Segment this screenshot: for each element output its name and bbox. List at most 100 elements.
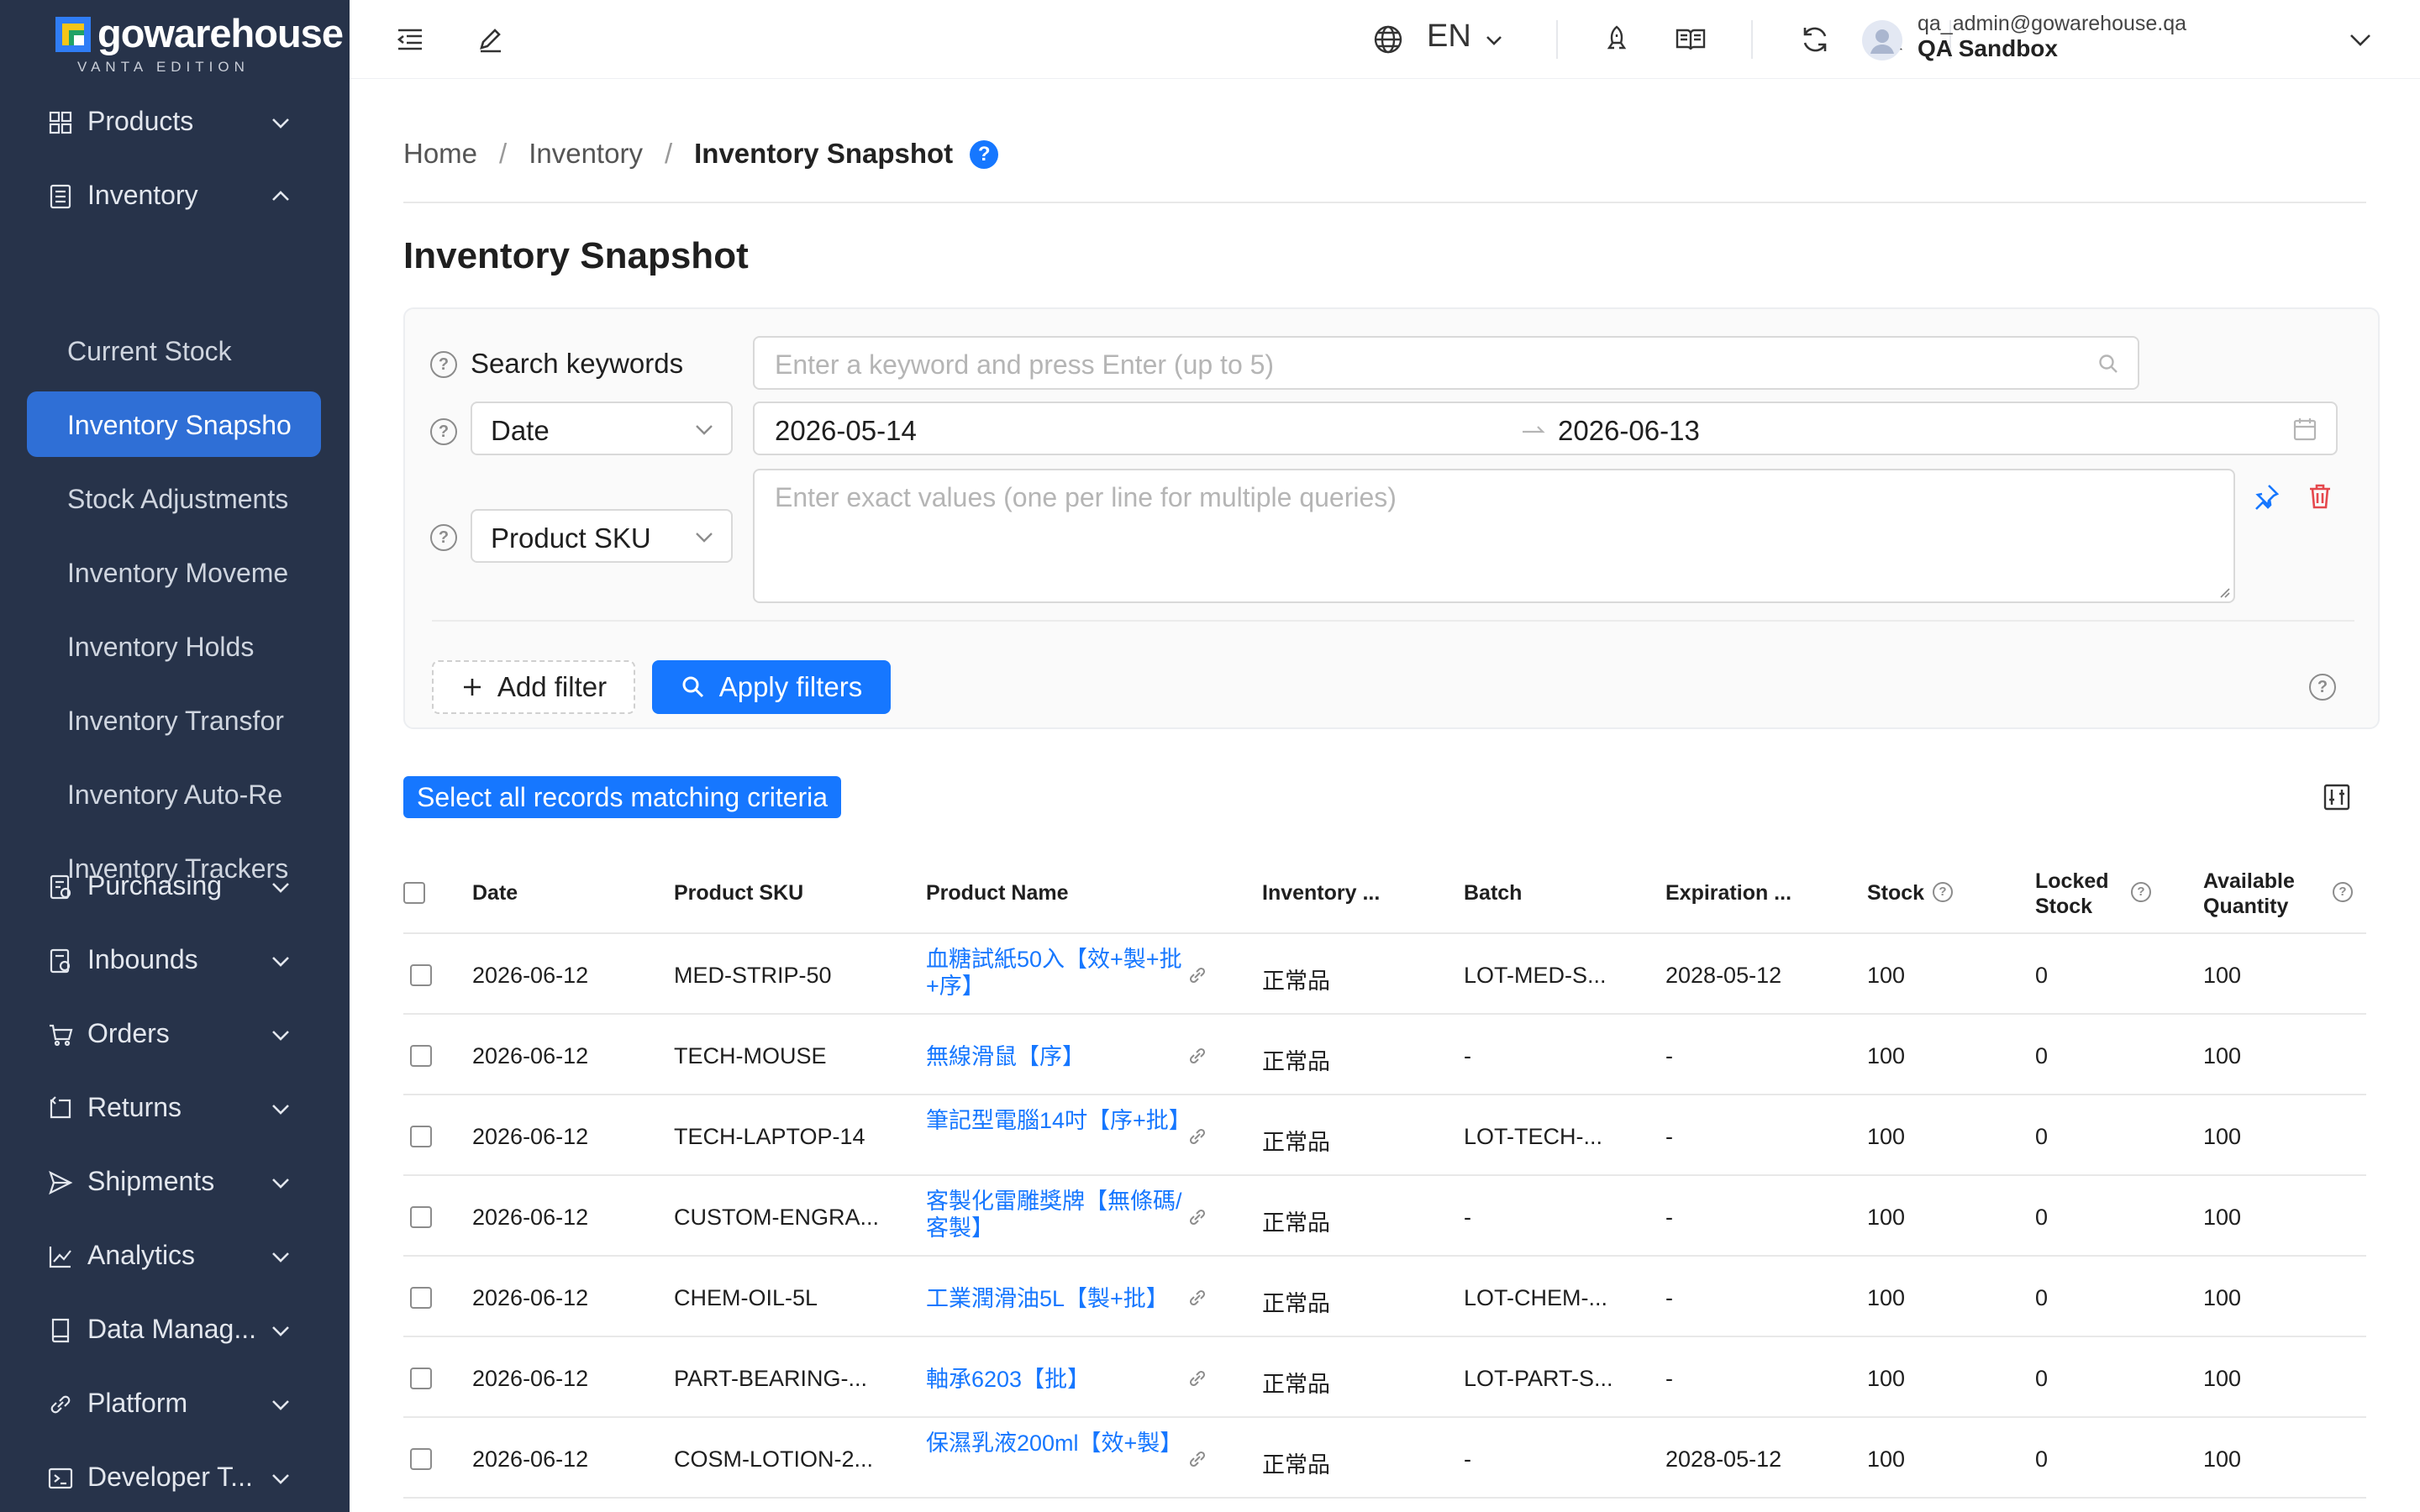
chevron-down-icon[interactable] bbox=[267, 1393, 294, 1416]
locked-stock-help-icon[interactable]: ? bbox=[2131, 882, 2151, 902]
select-all-matching-button[interactable]: Select all records matching criteria bbox=[403, 776, 842, 818]
sidebar-subitem-2[interactable]: Stock Adjustments bbox=[27, 465, 321, 531]
chevron-down-icon[interactable] bbox=[267, 949, 294, 973]
table-row[interactable]: 2026-06-12 TECH-MOUSE 無線滑鼠【序】 正常品 - - 100 0 100 bbox=[403, 1015, 2366, 1095]
apply-filters-button[interactable]: Apply filters bbox=[652, 660, 891, 714]
sidebar-item-products[interactable]: Products bbox=[0, 86, 350, 160]
product-name-link[interactable]: 軸承6203【批】 bbox=[926, 1366, 1186, 1393]
edit-icon[interactable] bbox=[474, 23, 508, 56]
app-logo[interactable]: gowarehouse VANTA EDITION bbox=[55, 11, 344, 75]
product-name-link[interactable]: 工業潤滑油5L【製+批】 bbox=[926, 1285, 1186, 1312]
sidebar-subitem-5[interactable]: Inventory Transfor bbox=[27, 687, 321, 753]
user-organization[interactable]: QA Sandbox bbox=[1918, 35, 2058, 62]
row-checkbox[interactable] bbox=[410, 1206, 432, 1228]
chevron-up-icon[interactable] bbox=[267, 185, 294, 208]
date-field-select[interactable]: Date bbox=[471, 402, 733, 455]
chevron-down-icon[interactable] bbox=[267, 1097, 294, 1121]
link-icon[interactable] bbox=[1186, 964, 1208, 986]
resize-handle-icon[interactable] bbox=[2218, 586, 2230, 598]
help-icon[interactable]: ? bbox=[970, 140, 999, 169]
collapse-menu-icon[interactable] bbox=[393, 23, 427, 56]
user-menu-chevron-icon[interactable] bbox=[2346, 25, 2375, 54]
table-row[interactable]: 2026-06-12 TECH-LAPTOP-14 筆記型電腦14吋【序+批】 正常… bbox=[403, 1095, 2366, 1176]
sidebar-subitem-6[interactable]: Inventory Auto-Re bbox=[27, 761, 321, 827]
link-icon[interactable] bbox=[1186, 1368, 1208, 1389]
refresh-icon[interactable] bbox=[1798, 23, 1832, 56]
sku-field-select[interactable]: Product SKU bbox=[471, 509, 733, 563]
chevron-down-icon[interactable] bbox=[267, 1171, 294, 1194]
column-settings-icon[interactable] bbox=[2323, 783, 2351, 811]
avatar[interactable] bbox=[1862, 20, 1902, 60]
column-header-product-name[interactable]: Product Name bbox=[926, 880, 1068, 906]
row-checkbox[interactable] bbox=[410, 1287, 432, 1309]
book-open-icon[interactable] bbox=[1674, 23, 1707, 56]
column-header-sku[interactable]: Product SKU bbox=[674, 880, 803, 906]
table-row[interactable]: 2026-06-12 CHEM-OIL-5L 工業潤滑油5L【製+批】 正常品 LOT… bbox=[403, 1257, 2366, 1337]
breadcrumb-inventory[interactable]: Inventory bbox=[529, 138, 643, 169]
sidebar-item-shipments[interactable]: Shipments bbox=[0, 1146, 350, 1220]
product-name-link[interactable]: 無線滑鼠【序】 bbox=[926, 1043, 1186, 1070]
delete-icon[interactable] bbox=[2306, 482, 2334, 511]
sidebar-item-platform[interactable]: Platform bbox=[0, 1368, 350, 1441]
breadcrumb-home[interactable]: Home bbox=[403, 138, 477, 169]
table-row[interactable]: 2026-06-12 MED-STRIP-50 血糖試紙50入【效+製+批+序】 正… bbox=[403, 934, 2366, 1015]
sidebar-item-returns[interactable]: Returns bbox=[0, 1072, 350, 1146]
sidebar-subitem-0[interactable]: Current Stock bbox=[27, 318, 321, 383]
date-start[interactable]: 2026-05-14 bbox=[775, 415, 917, 447]
sku-values-textarea[interactable]: Enter exact values (one per line for mul… bbox=[753, 469, 2235, 603]
sidebar-item-inventory[interactable]: Inventory bbox=[0, 160, 350, 234]
chevron-down-icon[interactable] bbox=[267, 111, 294, 134]
table-row[interactable]: 2026-06-12 PART-BEARING-... 軸承6203【批】 正常品 L… bbox=[403, 1337, 2366, 1418]
sidebar-subitem-3[interactable]: Inventory Moveme bbox=[27, 539, 321, 605]
link-icon[interactable] bbox=[1186, 1448, 1208, 1470]
chevron-down-icon[interactable] bbox=[267, 1245, 294, 1268]
sidebar-subitem-7[interactable]: Inventory Trackers bbox=[27, 835, 321, 900]
date-end[interactable]: 2026-06-13 bbox=[1558, 415, 1700, 447]
row-checkbox[interactable] bbox=[410, 1045, 432, 1067]
stock-help-icon[interactable]: ? bbox=[1933, 882, 1953, 902]
column-header-expiration[interactable]: Expiration ... bbox=[1665, 880, 1791, 906]
sidebar-item-orders[interactable]: Orders bbox=[0, 998, 350, 1072]
column-header-available-quantity[interactable]: Available Quantity bbox=[2203, 869, 2321, 919]
column-header-inventory-type[interactable]: Inventory ... bbox=[1262, 880, 1380, 906]
link-icon[interactable] bbox=[1186, 1126, 1208, 1147]
search-help-icon[interactable]: ? bbox=[430, 351, 457, 378]
chevron-down-icon[interactable] bbox=[267, 1023, 294, 1047]
chevron-down-icon[interactable] bbox=[267, 1467, 294, 1490]
table-row[interactable]: 2026-06-12 COSM-LOTION-2... 保濕乳液200ml【效+製】… bbox=[403, 1418, 2366, 1499]
sidebar-item-inbounds[interactable]: Inbounds bbox=[0, 924, 350, 998]
column-header-date[interactable]: Date bbox=[472, 880, 518, 906]
filter-help-icon[interactable]: ? bbox=[2309, 674, 2336, 701]
link-icon[interactable] bbox=[1186, 1045, 1208, 1067]
globe-icon[interactable] bbox=[1371, 23, 1405, 56]
product-name-link[interactable]: 血糖試紙50入【效+製+批+序】 bbox=[926, 946, 1186, 1000]
sidebar-item-developer-t[interactable]: Developer T... bbox=[0, 1441, 350, 1512]
table-row[interactable]: 2026-06-12 CUSTOM-ENGRA... 客製化雷雕獎牌【無條碼/客製】… bbox=[403, 1176, 2366, 1257]
date-range-picker[interactable]: 2026-05-14 2026-06-13 bbox=[753, 402, 2338, 455]
date-help-icon[interactable]: ? bbox=[430, 418, 457, 445]
available-quantity-help-icon[interactable]: ? bbox=[2333, 882, 2353, 902]
sidebar-item-data-manag[interactable]: Data Manag... bbox=[0, 1294, 350, 1368]
column-header-stock[interactable]: Stock bbox=[1867, 880, 1924, 906]
product-name-link[interactable]: 保濕乳液200ml【效+製】 bbox=[926, 1430, 1186, 1457]
add-filter-button[interactable]: Add filter bbox=[432, 660, 635, 714]
sidebar-subitem-4[interactable]: Inventory Holds bbox=[27, 613, 321, 679]
select-all-checkbox[interactable] bbox=[403, 882, 425, 904]
chevron-down-icon[interactable] bbox=[1482, 29, 1506, 52]
product-name-link[interactable]: 客製化雷雕獎牌【無條碼/客製】 bbox=[926, 1188, 1186, 1242]
rocket-icon[interactable] bbox=[1600, 23, 1634, 56]
sidebar-subitem-1[interactable]: Inventory Snapsho bbox=[27, 391, 321, 457]
sidebar-item-analytics[interactable]: Analytics bbox=[0, 1220, 350, 1294]
chevron-down-icon[interactable] bbox=[267, 1319, 294, 1342]
column-header-locked-stock[interactable]: Locked Stock bbox=[2035, 869, 2128, 919]
language-selector[interactable]: EN bbox=[1427, 18, 1471, 55]
row-checkbox[interactable] bbox=[410, 1126, 432, 1147]
row-checkbox[interactable] bbox=[410, 1448, 432, 1470]
link-icon[interactable] bbox=[1186, 1287, 1208, 1309]
sku-help-icon[interactable]: ? bbox=[430, 524, 457, 551]
row-checkbox[interactable] bbox=[410, 1368, 432, 1389]
pin-icon[interactable] bbox=[2252, 482, 2281, 511]
row-checkbox[interactable] bbox=[410, 964, 432, 986]
product-name-link[interactable]: 筆記型電腦14吋【序+批】 bbox=[926, 1107, 1192, 1134]
user-email[interactable]: qa_admin@gowarehouse.qa bbox=[1918, 12, 2186, 36]
